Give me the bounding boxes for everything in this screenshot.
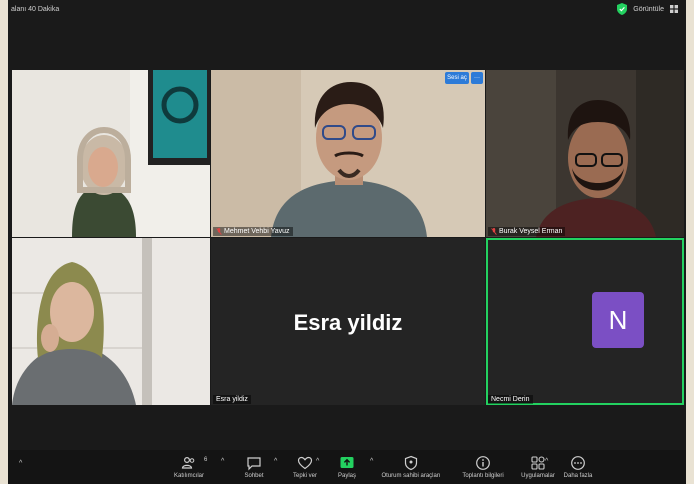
participants-count: 6 [204,457,208,463]
meeting-toolbar: ^ Katılımcılar 6 ^ Sohbet ^ Tepki ver ^ [8,450,686,484]
participants-label: Katılımcılar [173,473,204,479]
video-tile-top-right[interactable]: Burak Veysel Erman [486,70,684,237]
participant-video [211,70,485,237]
participant-name-label: Esra yildiz [213,395,251,404]
video-tile-esra[interactable]: Esra yildiz Esra yildiz [211,238,485,405]
apps-label: Uygulamalar [521,473,555,479]
participant-name-label: Burak Veysel Erman [488,227,566,236]
react-label: Tepki ver [292,473,317,479]
video-gallery: Sesi aç ··· Mehmet Vehbi Yavuz Burak Vey… [8,20,686,450]
avatar: N [592,292,644,348]
shield-icon[interactable] [617,3,628,15]
share-caret[interactable]: ^ [370,458,373,465]
top-right-controls: Görüntüle [617,3,678,15]
chat-icon [247,457,261,471]
chat-caret[interactable]: ^ [274,458,277,465]
view-button[interactable]: Görüntüle [633,6,664,13]
video-tile-necmi[interactable]: Necmi Derin [486,238,684,405]
react-caret[interactable]: ^ [316,458,319,465]
zoom-window: alanı 40 Dakika Görüntüle Sesi aç ··· Me… [8,0,686,484]
host-tools-button[interactable]: Oturum sahibi araçları [376,450,446,484]
info-icon [476,456,490,470]
react-icon [297,456,313,470]
chat-label: Sohbet [244,473,264,479]
more-button[interactable]: Daha fazla [560,450,596,484]
apps-caret[interactable]: ^ [545,458,548,465]
unmute-button[interactable]: Sesi aç [445,72,469,84]
more-icon [571,456,585,470]
participants-button[interactable]: Katılımcılar [168,450,210,484]
participant-video [12,70,210,237]
toolbar-expand-caret[interactable]: ^ [19,460,22,467]
react-button[interactable]: Tepki ver [284,450,326,484]
more-label: Daha fazla [563,473,593,479]
mic-off-icon [216,228,222,235]
grid-icon[interactable] [670,5,678,13]
share-icon [340,457,354,468]
participants-caret[interactable]: ^ [221,458,224,465]
share-label: Paylaş [337,473,356,479]
top-bar: alanı 40 Dakika Görüntüle [8,0,686,20]
tile-more-button[interactable]: ··· [471,72,483,84]
participants-icon [181,456,195,469]
host-tools-label: Oturum sahibi araçları [381,473,441,479]
participant-name-label: Mehmet Vehbi Yavuz [213,227,293,236]
meeting-timer: alanı 40 Dakika [11,6,60,13]
meeting-info-button[interactable]: Toplantı bilgileri [454,450,512,484]
share-button[interactable]: Paylaş [330,450,364,484]
participant-video [486,70,684,237]
participant-display-name: Esra yildiz [293,310,403,335]
video-tile-bottom-left[interactable] [12,238,210,405]
participant-video [12,238,210,405]
host-tools-icon [404,455,418,471]
meeting-info-label: Toplantı bilgileri [462,473,504,479]
participant-name-label: Necmi Derin [488,395,533,404]
apps-button[interactable]: Uygulamalar [514,450,562,484]
mic-off-icon [491,228,497,235]
chat-button[interactable]: Sohbet [236,450,272,484]
video-tile-top-left[interactable] [12,70,210,237]
apps-icon [531,456,545,470]
video-tile-speaker[interactable]: Sesi aç ··· Mehmet Vehbi Yavuz [211,70,485,237]
